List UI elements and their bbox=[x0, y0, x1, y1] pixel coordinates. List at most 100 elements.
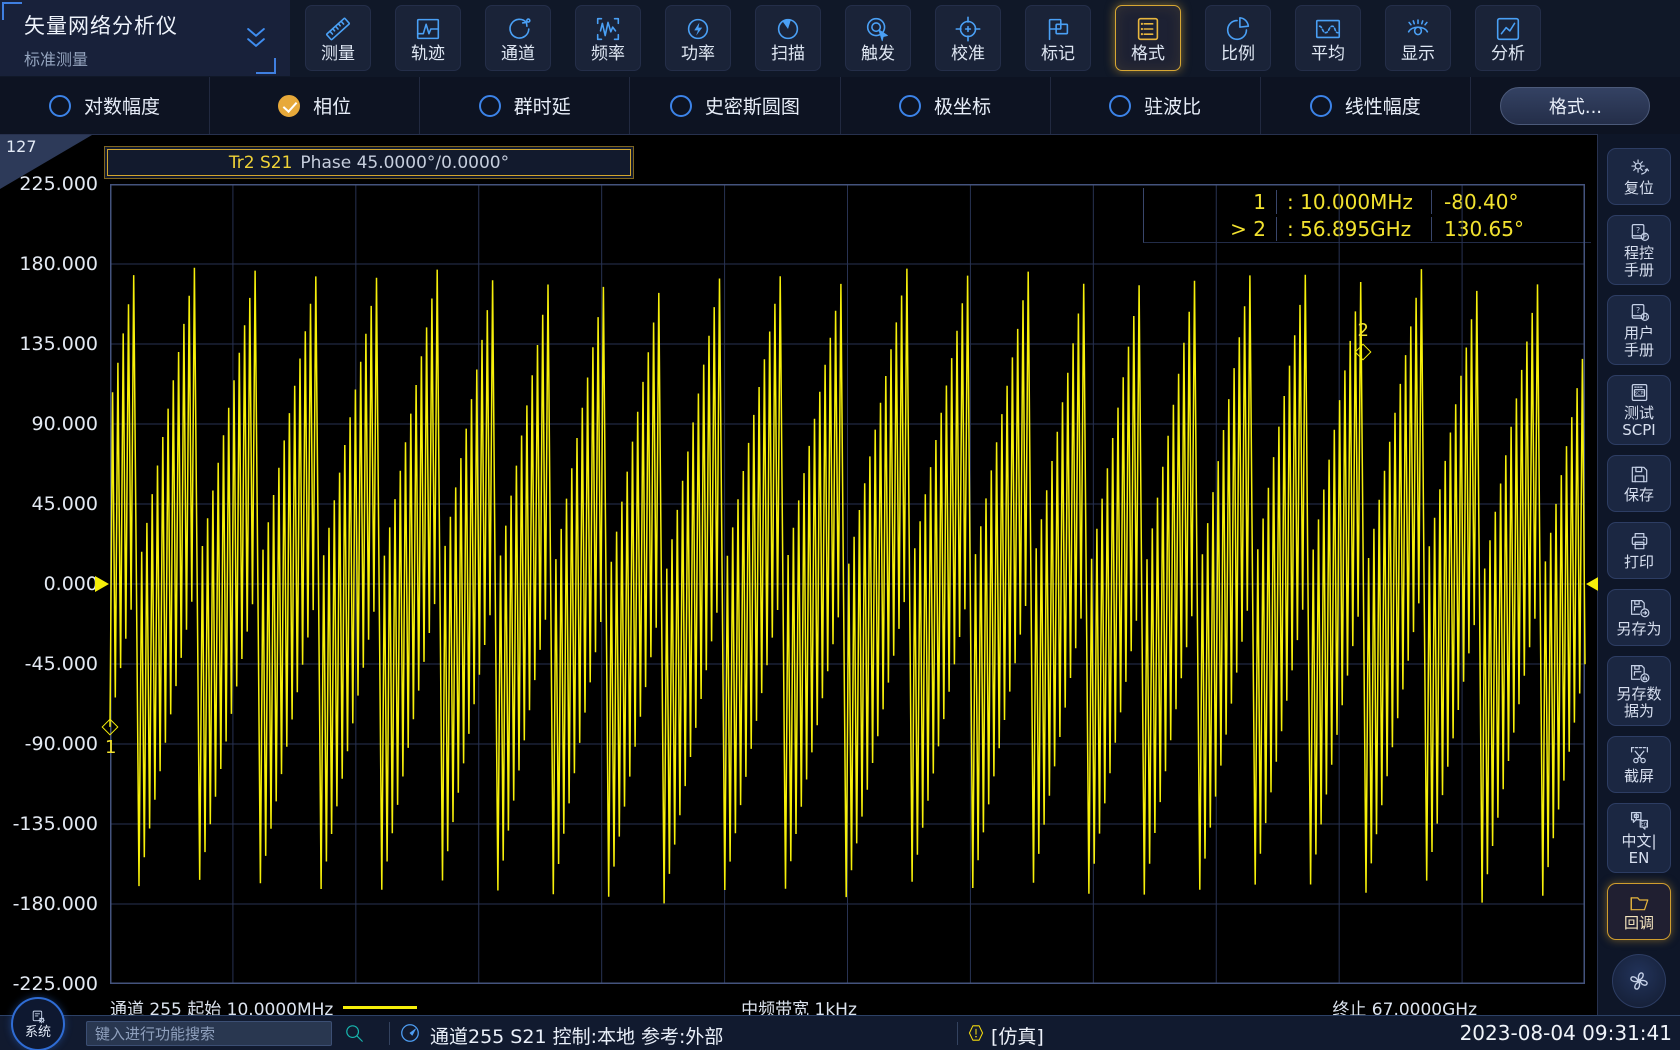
function-search-input[interactable] bbox=[86, 1021, 332, 1046]
sidebar-button-test-scpi[interactable]: SCPI测试 SCPI bbox=[1607, 375, 1671, 445]
format-option-bar: 对数幅度 相位 群时延 史密斯圆图 极坐标 驻波比 线性幅度 格式... bbox=[0, 77, 1680, 134]
calibrate-crosshair-icon bbox=[953, 14, 983, 44]
phase-plot-grid bbox=[110, 184, 1585, 984]
format-option-group-delay[interactable]: 群时延 bbox=[419, 77, 629, 134]
screenshot-scissors-icon bbox=[1628, 744, 1651, 767]
toolbar-button-analysis[interactable]: 分析 bbox=[1475, 5, 1541, 71]
top-toolbar: 矢量网络分析仪 标准测量 测量 轨迹 通道 频率 功率 扫描 触发 校准 标记 … bbox=[0, 0, 1680, 77]
sidebar-button-save-data-as[interactable]: 另存数 据为 bbox=[1607, 656, 1671, 726]
toolbar-button-sweep[interactable]: 扫描 bbox=[755, 5, 821, 71]
toolbar-button-measure[interactable]: 测量 bbox=[305, 5, 371, 71]
radio-icon bbox=[899, 95, 921, 117]
sidebar-button-language-toggle[interactable]: En中文| EN bbox=[1607, 803, 1671, 873]
programming-manual-icon: ?P bbox=[1628, 221, 1651, 244]
y-axis-label: 135.000 bbox=[0, 333, 98, 355]
format-option-linear-magnitude[interactable]: 线性幅度 bbox=[1260, 77, 1470, 134]
toolbar-button-trigger[interactable]: 触发 bbox=[845, 5, 911, 71]
sweep-status-icon bbox=[398, 1021, 422, 1045]
toolbar-button-calibration[interactable]: 校准 bbox=[935, 5, 1001, 71]
sidebar-button-recall[interactable]: 回调 bbox=[1607, 883, 1671, 940]
y-axis-label: -45.000 bbox=[0, 653, 98, 675]
display-eye-icon bbox=[1403, 14, 1433, 44]
format-more-cell: 格式... bbox=[1470, 77, 1680, 134]
sidebar-button-programming-manual[interactable]: ?P程控 手册 bbox=[1607, 215, 1671, 285]
toolbar-button-marker[interactable]: 标记 bbox=[1025, 5, 1091, 71]
format-list-icon bbox=[1133, 14, 1163, 44]
trace-marker-1-label: 1 bbox=[105, 737, 116, 758]
average-wave-icon bbox=[1313, 14, 1343, 44]
scale-pie-icon bbox=[1223, 14, 1253, 44]
svg-text:?: ? bbox=[1635, 226, 1639, 235]
toolbar-button-power[interactable]: 功率 bbox=[665, 5, 731, 71]
search-icon[interactable] bbox=[343, 1022, 365, 1044]
toolbar-button-channel[interactable]: 通道 bbox=[485, 5, 551, 71]
save-floppy-icon bbox=[1628, 463, 1651, 486]
statusbar-divider bbox=[957, 1022, 958, 1045]
simulation-mode-text: [仿真] bbox=[991, 1022, 1044, 1049]
toolbar-button-frequency[interactable]: 频率 bbox=[575, 5, 641, 71]
svg-text:SCPI: SCPI bbox=[1634, 391, 1644, 397]
svg-text:H: H bbox=[1642, 314, 1647, 321]
y-axis-label: 0.000 bbox=[0, 573, 98, 595]
y-axis-label: -225.000 bbox=[0, 973, 98, 995]
sweep-radar-icon bbox=[773, 14, 803, 44]
recall-folder-icon bbox=[1628, 891, 1651, 914]
warning-icon bbox=[966, 1023, 986, 1043]
format-option-polar[interactable]: 极坐标 bbox=[840, 77, 1050, 134]
sidebar-button-screenshot[interactable]: 截屏 bbox=[1607, 736, 1671, 793]
channel-loop-icon bbox=[503, 14, 533, 44]
app-subtitle: 标准测量 bbox=[24, 46, 88, 70]
chevrons-down-icon[interactable] bbox=[238, 20, 274, 56]
radio-icon bbox=[1109, 95, 1131, 117]
analysis-chart-icon bbox=[1493, 14, 1523, 44]
sidebar-button-save-as[interactable]: 另存为 bbox=[1607, 589, 1671, 646]
phase-plot-area: 127 Tr2 S21 Phase 45.0000°/0.0000° 225.0… bbox=[0, 134, 1598, 1015]
sidebar-button-save[interactable]: 保存 bbox=[1607, 455, 1671, 512]
format-option-phase[interactable]: 相位 bbox=[209, 77, 419, 134]
trace-header[interactable]: Tr2 S21 Phase 45.0000°/0.0000° bbox=[107, 149, 631, 176]
format-option-smith-chart[interactable]: 史密斯圆图 bbox=[629, 77, 839, 134]
toolbar-button-row: 测量 轨迹 通道 频率 功率 扫描 触发 校准 标记 格式 比例 平均 显示 分… bbox=[305, 5, 1541, 71]
vna-application-window: 矢量网络分析仪 标准测量 测量 轨迹 通道 频率 功率 扫描 触发 校准 标记 … bbox=[0, 0, 1680, 1050]
marker-flags-icon bbox=[1043, 14, 1073, 44]
svg-text:En: En bbox=[1640, 821, 1646, 827]
radio-icon bbox=[49, 95, 71, 117]
reference-level-arrow-left bbox=[95, 576, 109, 592]
sidebar: 复位 ?P程控 手册 ?H用户 手册 SCPI测试 SCPI 保存 打印 另存为… bbox=[1598, 134, 1680, 1015]
save-data-as-icon bbox=[1628, 662, 1651, 685]
y-axis-label: -90.000 bbox=[0, 733, 98, 755]
trace-format-scale: Phase 45.0000°/0.0000° bbox=[300, 153, 509, 173]
nav-flower-icon bbox=[1626, 968, 1652, 994]
y-axis-label: -180.000 bbox=[0, 893, 98, 915]
app-title: 矢量网络分析仪 bbox=[24, 10, 178, 40]
system-gear-doc-icon bbox=[30, 1009, 47, 1026]
toolbar-button-scale[interactable]: 比例 bbox=[1205, 5, 1271, 71]
trace-name: Tr2 S21 bbox=[229, 153, 293, 173]
toolbar-button-average[interactable]: 平均 bbox=[1295, 5, 1361, 71]
trigger-cursor-icon bbox=[863, 14, 893, 44]
toolbar-button-display[interactable]: 显示 bbox=[1385, 5, 1451, 71]
system-button[interactable]: 系统 bbox=[11, 997, 65, 1050]
scpi-doc-icon: SCPI bbox=[1628, 381, 1651, 404]
format-option-log-magnitude[interactable]: 对数幅度 bbox=[0, 77, 209, 134]
trace-color-indicator bbox=[343, 1006, 417, 1009]
title-block[interactable]: 矢量网络分析仪 标准测量 bbox=[0, 0, 290, 76]
radio-icon bbox=[670, 95, 692, 117]
y-axis-label: 225.000 bbox=[0, 173, 98, 195]
toolbar-button-format[interactable]: 格式 bbox=[1115, 5, 1181, 71]
sidebar-button-user-manual[interactable]: ?H用户 手册 bbox=[1607, 295, 1671, 365]
trace-marker-2-label: 2 bbox=[1358, 320, 1369, 341]
svg-text:P: P bbox=[1643, 234, 1647, 241]
radio-icon bbox=[479, 95, 501, 117]
toolbar-button-trace[interactable]: 轨迹 bbox=[395, 5, 461, 71]
format-option-swr[interactable]: 驻波比 bbox=[1050, 77, 1260, 134]
format-more-button[interactable]: 格式... bbox=[1500, 87, 1650, 125]
sidebar-button-reset[interactable]: 复位 bbox=[1607, 148, 1671, 205]
channel-status-text: 通道255 S21 控制:本地 参考:外部 bbox=[430, 1022, 723, 1049]
printer-icon bbox=[1628, 530, 1651, 553]
clock-timestamp: 2023-08-04 09:31:41 bbox=[1460, 1021, 1672, 1045]
radio-icon bbox=[1310, 95, 1332, 117]
language-toggle-icon: En bbox=[1628, 809, 1651, 832]
sidebar-button-print[interactable]: 打印 bbox=[1607, 522, 1671, 579]
sidebar-nav-button[interactable] bbox=[1612, 954, 1666, 1008]
